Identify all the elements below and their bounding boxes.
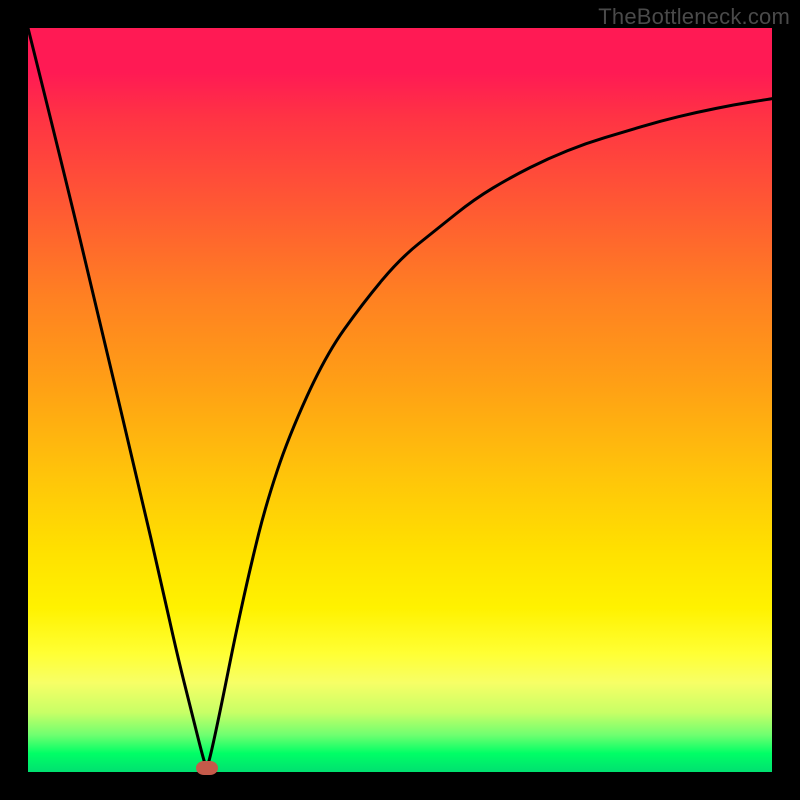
plot-area xyxy=(28,28,772,772)
attribution-text: TheBottleneck.com xyxy=(598,4,790,30)
bottleneck-curve xyxy=(28,28,772,772)
optimal-marker xyxy=(196,761,218,775)
chart-frame: TheBottleneck.com xyxy=(0,0,800,800)
